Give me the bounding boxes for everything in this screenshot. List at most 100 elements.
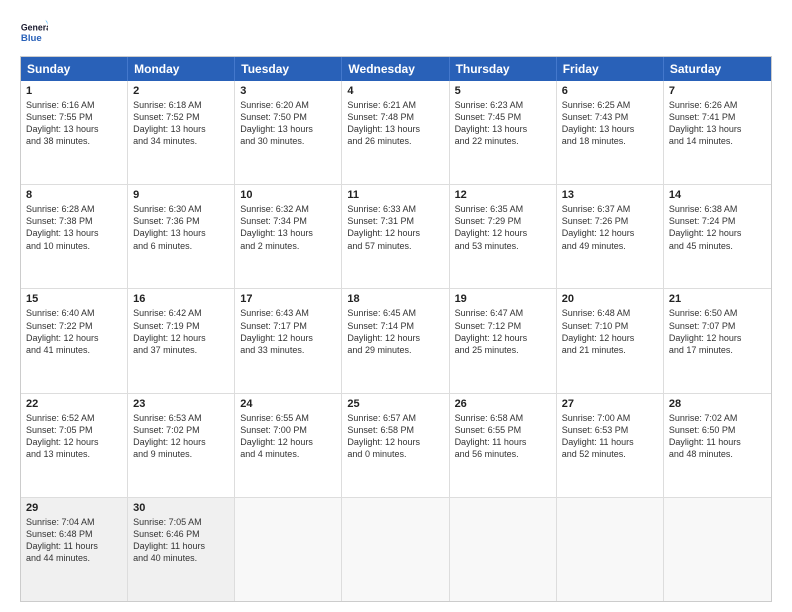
calendar-cell: 24 Sunrise: 6:55 AMSunset: 7:00 PMDayligh… [235, 394, 342, 497]
day-number: 18 [347, 293, 443, 305]
cell-content: Sunrise: 6:20 AMSunset: 7:50 PMDaylight:… [240, 99, 336, 148]
cell-content: Sunrise: 6:38 AMSunset: 7:24 PMDaylight:… [669, 203, 766, 252]
calendar-header: SundayMondayTuesdayWednesdayThursdayFrid… [21, 57, 771, 81]
day-number: 1 [26, 85, 122, 97]
calendar-cell: 27 Sunrise: 7:00 AMSunset: 6:53 PMDayligh… [557, 394, 664, 497]
calendar-cell [235, 498, 342, 601]
day-number: 14 [669, 189, 766, 201]
cell-content: Sunrise: 6:42 AMSunset: 7:19 PMDaylight:… [133, 307, 229, 356]
calendar-cell: 13Sunrise: 6:37 AMSunset: 7:26 PMDayligh… [557, 185, 664, 288]
day-number: 29 [26, 502, 122, 514]
day-number: 16 [133, 293, 229, 305]
cell-content: Sunrise: 6:21 AMSunset: 7:48 PMDaylight:… [347, 99, 443, 148]
cell-content: Sunrise: 6:45 AMSunset: 7:14 PMDaylight:… [347, 307, 443, 356]
calendar-cell: 28Sunrise: 7:02 AMSunset: 6:50 PMDayligh… [664, 394, 771, 497]
day-number: 11 [347, 189, 443, 201]
calendar-cell: 6 Sunrise: 6:25 AMSunset: 7:43 PMDaylight… [557, 81, 664, 184]
day-number: 30 [133, 502, 229, 514]
calendar-cell: 8 Sunrise: 6:28 AMSunset: 7:38 PMDaylight… [21, 185, 128, 288]
calendar-cell: 9 Sunrise: 6:30 AMSunset: 7:36 PMDaylight… [128, 185, 235, 288]
cell-content: Sunrise: 6:33 AMSunset: 7:31 PMDaylight:… [347, 203, 443, 252]
calendar-cell: 5 Sunrise: 6:23 AMSunset: 7:45 PMDaylight… [450, 81, 557, 184]
calendar-cell: 15Sunrise: 6:40 AMSunset: 7:22 PMDayligh… [21, 289, 128, 392]
day-number: 12 [455, 189, 551, 201]
calendar-cell: 4 Sunrise: 6:21 AMSunset: 7:48 PMDaylight… [342, 81, 449, 184]
calendar-cell: 1 Sunrise: 6:16 AMSunset: 7:55 PMDaylight… [21, 81, 128, 184]
day-number: 7 [669, 85, 766, 97]
calendar-cell: 30 Sunrise: 7:05 AMSunset: 6:46 PMDayligh… [128, 498, 235, 601]
cell-content: Sunrise: 6:37 AMSunset: 7:26 PMDaylight:… [562, 203, 658, 252]
calendar-header-cell: Tuesday [235, 57, 342, 81]
cell-content: Sunrise: 6:35 AMSunset: 7:29 PMDaylight:… [455, 203, 551, 252]
day-number: 27 [562, 398, 658, 410]
calendar-header-cell: Friday [557, 57, 664, 81]
cell-content: Sunrise: 6:26 AMSunset: 7:41 PMDaylight:… [669, 99, 766, 148]
calendar-header-cell: Sunday [21, 57, 128, 81]
day-number: 9 [133, 189, 229, 201]
calendar-cell [342, 498, 449, 601]
cell-content: Sunrise: 7:04 AMSunset: 6:48 PMDaylight:… [26, 516, 122, 565]
cell-content: Sunrise: 6:53 AMSunset: 7:02 PMDaylight:… [133, 412, 229, 461]
cell-content: Sunrise: 6:55 AMSunset: 7:00 PMDaylight:… [240, 412, 336, 461]
calendar-cell: 29 Sunrise: 7:04 AMSunset: 6:48 PMDayligh… [21, 498, 128, 601]
calendar-row: 22Sunrise: 6:52 AMSunset: 7:05 PMDayligh… [21, 394, 771, 498]
calendar-body: 1 Sunrise: 6:16 AMSunset: 7:55 PMDaylight… [21, 81, 771, 601]
day-number: 6 [562, 85, 658, 97]
calendar-cell: 26Sunrise: 6:58 AMSunset: 6:55 PMDayligh… [450, 394, 557, 497]
day-number: 3 [240, 85, 336, 97]
calendar-header-cell: Thursday [450, 57, 557, 81]
cell-content: Sunrise: 6:48 AMSunset: 7:10 PMDaylight:… [562, 307, 658, 356]
calendar-cell: 10 Sunrise: 6:32 AMSunset: 7:34 PMDayligh… [235, 185, 342, 288]
calendar-header-cell: Monday [128, 57, 235, 81]
calendar-row: 8 Sunrise: 6:28 AMSunset: 7:38 PMDaylight… [21, 185, 771, 289]
calendar-cell: 12 Sunrise: 6:35 AMSunset: 7:29 PMDayligh… [450, 185, 557, 288]
calendar-cell: 16 Sunrise: 6:42 AMSunset: 7:19 PMDayligh… [128, 289, 235, 392]
cell-content: Sunrise: 6:50 AMSunset: 7:07 PMDaylight:… [669, 307, 766, 356]
day-number: 21 [669, 293, 766, 305]
day-number: 4 [347, 85, 443, 97]
calendar-cell: 2Sunrise: 6:18 AMSunset: 7:52 PMDaylight… [128, 81, 235, 184]
logo-icon: General Blue [20, 18, 48, 46]
calendar-cell [664, 498, 771, 601]
day-number: 24 [240, 398, 336, 410]
calendar-cell: 3 Sunrise: 6:20 AMSunset: 7:50 PMDaylight… [235, 81, 342, 184]
cell-content: Sunrise: 6:43 AMSunset: 7:17 PMDaylight:… [240, 307, 336, 356]
cell-content: Sunrise: 6:23 AMSunset: 7:45 PMDaylight:… [455, 99, 551, 148]
cell-content: Sunrise: 6:25 AMSunset: 7:43 PMDaylight:… [562, 99, 658, 148]
logo: General Blue [20, 18, 52, 46]
day-number: 20 [562, 293, 658, 305]
cell-content: Sunrise: 7:02 AMSunset: 6:50 PMDaylight:… [669, 412, 766, 461]
header: General Blue [20, 18, 772, 46]
day-number: 5 [455, 85, 551, 97]
cell-content: Sunrise: 7:05 AMSunset: 6:46 PMDaylight:… [133, 516, 229, 565]
cell-content: Sunrise: 6:30 AMSunset: 7:36 PMDaylight:… [133, 203, 229, 252]
calendar-row: 1 Sunrise: 6:16 AMSunset: 7:55 PMDaylight… [21, 81, 771, 185]
calendar-header-cell: Wednesday [342, 57, 449, 81]
cell-content: Sunrise: 6:40 AMSunset: 7:22 PMDaylight:… [26, 307, 122, 356]
cell-content: Sunrise: 6:32 AMSunset: 7:34 PMDaylight:… [240, 203, 336, 252]
cell-content: Sunrise: 6:28 AMSunset: 7:38 PMDaylight:… [26, 203, 122, 252]
calendar-row: 29 Sunrise: 7:04 AMSunset: 6:48 PMDayligh… [21, 498, 771, 601]
calendar-cell [450, 498, 557, 601]
calendar-cell: 21 Sunrise: 6:50 AMSunset: 7:07 PMDayligh… [664, 289, 771, 392]
calendar-cell: 19Sunrise: 6:47 AMSunset: 7:12 PMDayligh… [450, 289, 557, 392]
cell-content: Sunrise: 6:57 AMSunset: 6:58 PMDaylight:… [347, 412, 443, 461]
page: General Blue SundayMondayTuesdayWednesda… [0, 0, 792, 612]
calendar-cell [557, 498, 664, 601]
day-number: 25 [347, 398, 443, 410]
calendar-cell: 25 Sunrise: 6:57 AMSunset: 6:58 PMDayligh… [342, 394, 449, 497]
calendar-header-cell: Saturday [664, 57, 771, 81]
cell-content: Sunrise: 6:16 AMSunset: 7:55 PMDaylight:… [26, 99, 122, 148]
calendar-cell: 14 Sunrise: 6:38 AMSunset: 7:24 PMDayligh… [664, 185, 771, 288]
svg-text:Blue: Blue [21, 33, 42, 44]
cell-content: Sunrise: 6:47 AMSunset: 7:12 PMDaylight:… [455, 307, 551, 356]
calendar-cell: 20 Sunrise: 6:48 AMSunset: 7:10 PMDayligh… [557, 289, 664, 392]
calendar-cell: 18 Sunrise: 6:45 AMSunset: 7:14 PMDayligh… [342, 289, 449, 392]
day-number: 10 [240, 189, 336, 201]
calendar-row: 15Sunrise: 6:40 AMSunset: 7:22 PMDayligh… [21, 289, 771, 393]
cell-content: Sunrise: 7:00 AMSunset: 6:53 PMDaylight:… [562, 412, 658, 461]
calendar-cell: 11 Sunrise: 6:33 AMSunset: 7:31 PMDayligh… [342, 185, 449, 288]
day-number: 8 [26, 189, 122, 201]
cell-content: Sunrise: 6:58 AMSunset: 6:55 PMDaylight:… [455, 412, 551, 461]
day-number: 23 [133, 398, 229, 410]
